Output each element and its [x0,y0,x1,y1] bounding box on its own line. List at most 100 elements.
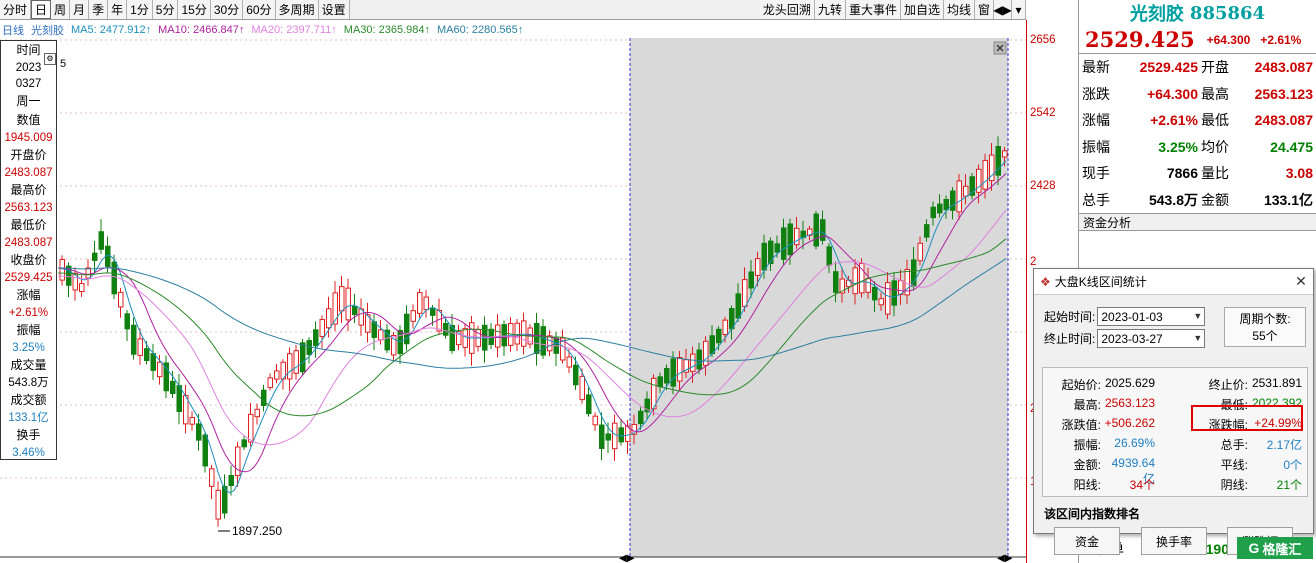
dw-label-low: 最低价 [10,218,47,232]
quote-name: 光刻胶 [1129,4,1184,25]
candle-body [885,282,891,315]
candle-body [254,408,260,418]
period-tab-5[interactable]: 年 [108,0,128,19]
candle-body [846,279,852,288]
region-close-icon[interactable] [993,41,1007,55]
period-tab-2[interactable]: 周 [51,0,71,19]
candle-body [826,246,832,266]
chevron-down-icon: ▼ [1193,333,1203,343]
interval-end-handle[interactable]: ◀▶ [997,553,1013,563]
chevron-down-icon: ▼ [1193,311,1203,321]
candle-body [742,279,748,307]
candle-body [111,261,117,295]
price-tick-3: 2428 [1030,180,1056,192]
candle-body [462,328,468,348]
candle-body [865,278,871,293]
tool-button-1[interactable]: 九转 [814,0,846,19]
selected-interval-region[interactable] [630,38,1008,557]
dw-number: 5 [60,58,67,70]
period-tab-6[interactable]: 1分 [127,0,153,19]
candle-body [98,231,104,250]
dialog-titlebar[interactable]: ❖ 大盘K线区间统计 ✕ [1034,269,1313,295]
period-count-label: 周期个数: [1239,312,1291,326]
candle-body [521,320,527,347]
candle-body [378,329,384,341]
tool-button-2[interactable]: 重大事件 [845,0,901,19]
candle-body [339,286,345,312]
fund-analysis-header[interactable]: 资金分析 [1079,213,1316,231]
period-count-value: 55个 [1252,329,1278,343]
quote-key: 涨幅 [1082,112,1110,129]
dw-label-amplitude: 振幅 [16,323,41,337]
candle-body [937,203,943,214]
interval-start-handle[interactable]: ◀▶ [619,553,635,563]
data-window: 时间 2023 0327 周一 数值 1945.009 开盘价 2483.087… [0,40,57,460]
candle-body [703,340,709,366]
dw-label-amount: 成交额 [10,393,47,407]
legend-ma30: MA30: 2365.984↑ [343,23,431,36]
stat-value-high: 2563.123 [1104,396,1155,410]
candle-body [423,296,429,311]
candle-body [397,329,403,355]
stat-value-down: 21个 [1276,478,1302,492]
candle-body [410,310,416,322]
ma-legend: 日线 光刻胶 MA5: 2477.912↑ MA10: 2466.847↑ MA… [0,21,1026,38]
dw-settings-icon[interactable]: ⚙ [44,53,56,65]
watermark-logo: G 格隆汇 [1237,537,1313,559]
candle-body [638,410,644,425]
period-count-box: 周期个数: 55个 [1224,307,1306,347]
tool-button-3[interactable]: 加自选 [900,0,944,19]
candle-body [735,293,741,319]
candle-body [930,206,936,219]
candle-body [820,219,826,241]
period-tab-9[interactable]: 30分 [210,0,244,19]
rank-fund-button[interactable]: 资金 [1054,527,1120,555]
period-tab-8[interactable]: 15分 [178,0,211,19]
low-price-label: 1897.250 [232,524,282,538]
tool-button-4[interactable]: 均线 [943,0,975,19]
period-tab-1[interactable]: 日 [31,0,52,19]
legend-index-name: 光刻胶 [31,24,64,37]
rank-turnover-button[interactable]: 换手率 [1141,527,1207,555]
period-tab-11[interactable]: 多周期 [275,0,319,19]
period-tab-3[interactable]: 月 [70,0,90,19]
candle-body [534,322,540,354]
dialog-close-icon[interactable]: ✕ [1289,270,1313,294]
stat-key-down: 阴线: [1220,478,1248,492]
dw-value-amplitude: 3.25% [12,342,45,354]
candle-body [241,439,247,448]
quote-value: 543.8万 [1148,191,1198,208]
candle-body [891,280,897,306]
period-tab-4[interactable]: 季 [89,0,109,19]
tool-button-5[interactable]: 窗 [974,0,994,19]
candle-body [956,180,962,213]
candle-body [677,357,683,382]
candle-body [813,213,819,247]
legend-ma5: MA5: 2477.912↑ [71,23,152,36]
scroll-left-button[interactable]: ◀▶ [993,0,1012,19]
candle-body [300,342,306,373]
tool-button-0[interactable]: 龙头回溯 [759,0,815,19]
candle-body [170,380,176,395]
end-time-select[interactable]: 2023-03-27 ▼ [1097,329,1206,348]
candle-body [345,287,351,321]
stat-key-amt: 金额: [1073,458,1101,472]
quote-value: 24.475 [1270,138,1313,155]
stat-value-vol: 2.17亿 [1266,438,1302,452]
period-tab-0[interactable]: 分时 [0,0,32,19]
quote-key: 涨跌 [1082,85,1110,102]
candle-body [287,353,293,380]
period-tab-7[interactable]: 5分 [152,0,179,19]
candle-body [833,271,839,293]
quote-value: +64.300 [1147,85,1198,102]
stat-key-up: 阳线: [1073,478,1101,492]
candle-body [209,468,215,487]
candle-body [131,324,137,355]
stats-panel: 起始价: 2025.629 终止价: 2531.891 最高: 2563.123 最低: 20… [1042,367,1308,497]
candle-body [313,329,319,347]
kline-chart[interactable]: 1897.250 ◀▶ ◀▶ [0,38,1026,563]
start-time-select[interactable]: 2023-01-03 ▼ [1097,307,1206,326]
period-tab-10[interactable]: 60分 [243,0,276,19]
period-tab-12[interactable]: 设置 [318,0,350,19]
collapse-button[interactable]: ▾ [1012,0,1026,19]
